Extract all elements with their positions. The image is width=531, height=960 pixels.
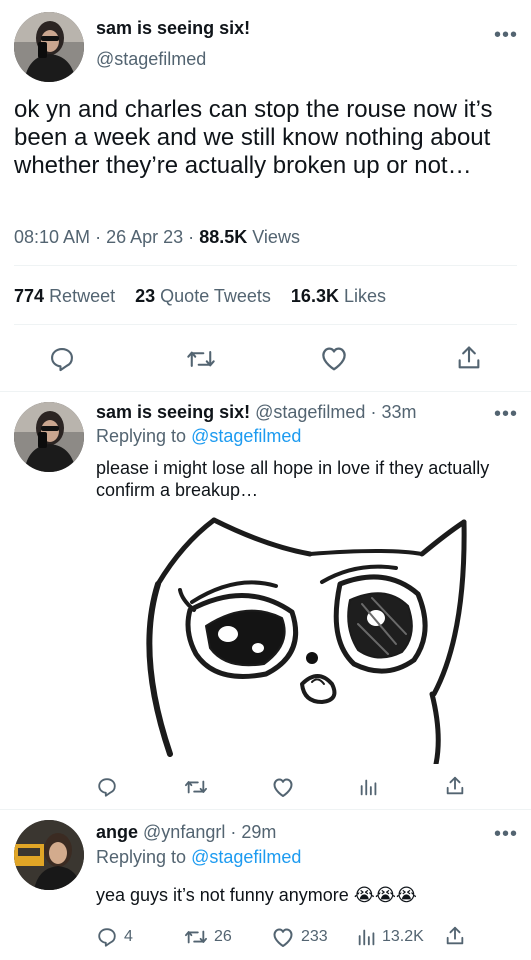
- retweet-label: Retweet: [49, 286, 116, 306]
- meta-separator: ·: [230, 822, 237, 842]
- like-action[interactable]: 233: [271, 926, 328, 948]
- views-count: 88.5K: [199, 227, 248, 247]
- replying-prefix: Replying to: [96, 847, 187, 867]
- meta-separator: ·: [188, 227, 195, 247]
- reply-image[interactable]: [96, 514, 517, 764]
- replying-to-link[interactable]: @stagefilmed: [191, 426, 301, 446]
- retweet-count: 774: [14, 286, 45, 306]
- tweet-text: ok yn and charles can stop the rouse now…: [14, 96, 493, 179]
- meta-separator: ·: [95, 227, 102, 247]
- likes-stat[interactable]: 16.3K Likes: [291, 286, 386, 306]
- divider: [14, 265, 517, 266]
- divider: [0, 809, 531, 810]
- retweet-icon[interactable]: [186, 345, 216, 373]
- engagement-stats: 774 Retweet 23 Quote Tweets 16.3K Likes: [14, 286, 386, 307]
- like-count: 233: [301, 928, 328, 945]
- avatar[interactable]: [14, 820, 84, 890]
- retweet-icon: [184, 926, 208, 948]
- views-icon: [356, 926, 378, 948]
- views-count: 13.2K: [382, 928, 424, 945]
- share-icon[interactable]: [444, 775, 466, 797]
- tweet-meta: 08:10 AM · 26 Apr 23 · 88.5K Views: [14, 227, 300, 248]
- reply-action[interactable]: 4: [96, 926, 133, 948]
- tweet-time: 08:10 AM: [14, 227, 91, 247]
- reply-count: 4: [124, 928, 133, 945]
- quote-stat[interactable]: 23 Quote Tweets: [135, 286, 271, 306]
- divider: [14, 324, 517, 325]
- reply-icon: [96, 926, 118, 948]
- reply-text: yea guys it’s not funny anymore 😭😭😭: [96, 885, 417, 905]
- share-icon[interactable]: [444, 925, 466, 947]
- time-ago[interactable]: 29m: [241, 822, 276, 842]
- avatar[interactable]: [14, 402, 84, 472]
- display-name[interactable]: sam is seeing six!: [96, 18, 250, 39]
- time-ago[interactable]: 33m: [381, 402, 416, 422]
- replying-to: Replying to @stagefilmed: [96, 847, 301, 868]
- quote-label: Quote Tweets: [160, 286, 271, 306]
- tweet-date: 26 Apr 23: [106, 227, 184, 247]
- replying-prefix: Replying to: [96, 426, 187, 446]
- more-icon[interactable]: •••: [494, 25, 518, 45]
- likes-label: Likes: [343, 286, 387, 306]
- reply-header: sam is seeing six! @stagefilmed · 33m: [96, 402, 416, 423]
- reply-icon[interactable]: [48, 345, 76, 373]
- handle[interactable]: @ynfangrl: [143, 822, 225, 842]
- retweet-action[interactable]: 26: [184, 926, 232, 948]
- retweet-icon[interactable]: [184, 776, 208, 798]
- reply-header: ange @ynfangrl · 29m: [96, 822, 276, 843]
- reply-text: please i might lose all hope in love if …: [96, 458, 490, 500]
- more-icon[interactable]: •••: [494, 824, 518, 844]
- avatar[interactable]: [14, 12, 84, 82]
- display-name[interactable]: ange: [96, 822, 138, 842]
- share-icon[interactable]: [455, 344, 483, 372]
- views-label: Views: [252, 227, 300, 247]
- heart-icon: [271, 926, 295, 948]
- retweet-count: 26: [214, 928, 232, 945]
- handle[interactable]: @stagefilmed: [255, 402, 365, 422]
- divider: [0, 391, 531, 392]
- views-icon[interactable]: [358, 776, 380, 798]
- reply-icon[interactable]: [96, 776, 118, 798]
- more-icon[interactable]: •••: [494, 404, 518, 424]
- replying-to-link[interactable]: @stagefilmed: [191, 847, 301, 867]
- heart-icon[interactable]: [271, 776, 295, 798]
- meta-separator: ·: [370, 402, 377, 422]
- heart-icon[interactable]: [319, 344, 349, 372]
- likes-count: 16.3K: [290, 286, 339, 306]
- quote-count: 23: [135, 286, 156, 306]
- display-name[interactable]: sam is seeing six!: [96, 402, 250, 422]
- retweet-stat[interactable]: 774 Retweet: [14, 286, 115, 306]
- replying-to: Replying to @stagefilmed: [96, 426, 301, 447]
- views-action[interactable]: 13.2K: [356, 926, 424, 948]
- handle[interactable]: @stagefilmed: [96, 49, 206, 70]
